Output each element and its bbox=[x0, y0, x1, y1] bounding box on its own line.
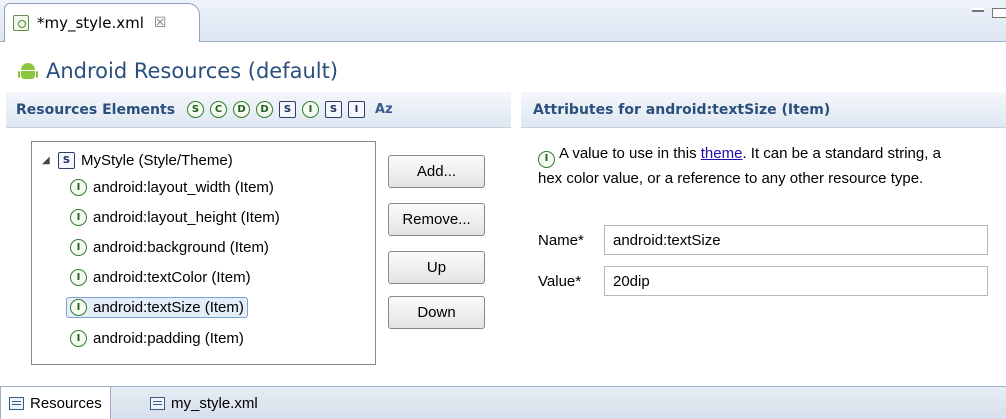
tree-item-label: android:textSize (Item) bbox=[93, 299, 244, 316]
style-icon: S bbox=[58, 152, 75, 169]
sort-alphabetical-icon[interactable]: Az bbox=[375, 102, 393, 117]
attribute-description: IA value to use in this theme. It can be… bbox=[538, 143, 958, 190]
tree-item-label: android:background (Item) bbox=[93, 239, 269, 256]
up-button[interactable]: Up bbox=[388, 251, 485, 284]
item-icon: I bbox=[70, 179, 87, 196]
name-field[interactable]: android:textSize bbox=[604, 225, 988, 255]
tab-resources-label: Resources bbox=[30, 394, 102, 412]
tree-root-label: MyStyle (Style/Theme) bbox=[81, 152, 233, 169]
attributes-header: Attributes for android:textSize (Item) bbox=[521, 92, 1006, 128]
tab-xml-source[interactable]: my_style.xml bbox=[142, 387, 266, 419]
item-icon: I bbox=[70, 239, 87, 256]
page-header: Android Resources (default) bbox=[18, 55, 338, 87]
item-icon: I bbox=[70, 209, 87, 226]
value-label: Value* bbox=[538, 273, 582, 290]
tree-item[interactable]: I android:layout_width (Item) bbox=[66, 175, 278, 200]
add-style-icon[interactable]: S bbox=[279, 101, 297, 118]
item-icon: I bbox=[70, 330, 87, 347]
tree-item[interactable]: I android:textColor (Item) bbox=[66, 265, 255, 290]
tree-root-row[interactable]: ◢ S MyStyle (Style/Theme) bbox=[42, 148, 233, 173]
editor-tab-my-style[interactable]: *my_style.xml ☒ bbox=[4, 3, 200, 42]
editor-tab-title: *my_style.xml bbox=[37, 14, 144, 32]
add-drawable-icon[interactable]: D bbox=[256, 101, 274, 118]
item-icon: I bbox=[70, 299, 87, 316]
remove-button[interactable]: Remove... bbox=[388, 203, 485, 236]
tree-item[interactable]: I android:padding (Item) bbox=[66, 326, 248, 351]
add-string-array-icon[interactable]: S bbox=[325, 101, 343, 118]
description-text-before: A value to use in this bbox=[559, 145, 701, 162]
add-integer-array-icon[interactable]: I bbox=[348, 101, 366, 118]
add-dimension-icon[interactable]: D bbox=[233, 101, 251, 118]
info-item-icon: I bbox=[538, 150, 555, 168]
tree-item-label: android:textColor (Item) bbox=[93, 269, 251, 286]
tree-item[interactable]: I android:layout_height (Item) bbox=[66, 205, 284, 230]
resources-elements-title: Resources Elements bbox=[16, 101, 176, 118]
theme-link[interactable]: theme bbox=[701, 145, 743, 162]
add-button[interactable]: Add... bbox=[388, 155, 485, 188]
tab-resources[interactable]: Resources bbox=[0, 387, 111, 419]
close-icon[interactable]: ☒ bbox=[154, 15, 167, 31]
tree-item-label: android:padding (Item) bbox=[93, 330, 244, 347]
minimize-icon[interactable] bbox=[972, 8, 984, 12]
table-icon bbox=[9, 396, 24, 410]
tree-item-label: android:layout_width (Item) bbox=[93, 179, 274, 196]
down-button[interactable]: Down bbox=[388, 296, 485, 329]
tree-item-selected[interactable]: I android:textSize (Item) bbox=[66, 295, 248, 320]
tab-xml-label: my_style.xml bbox=[171, 394, 258, 412]
tree-item-label: android:layout_height (Item) bbox=[93, 209, 280, 226]
xml-source-icon bbox=[150, 396, 165, 410]
add-item-icon[interactable]: I bbox=[302, 101, 320, 118]
item-icon: I bbox=[70, 269, 87, 286]
add-color-icon[interactable]: C bbox=[210, 101, 228, 118]
resources-elements-header: Resources Elements S C D D S I S I Az bbox=[6, 92, 511, 128]
attributes-title: Attributes for android:textSize (Item) bbox=[533, 101, 831, 118]
resources-tree[interactable]: ◢ S MyStyle (Style/Theme) I android:layo… bbox=[31, 141, 376, 365]
value-field[interactable]: 20dip bbox=[604, 266, 988, 296]
editor-tab-strip: *my_style.xml ☒ bbox=[0, 0, 1006, 42]
resources-toolbar: S C D D S I S I Az bbox=[187, 101, 393, 118]
page-title: Android Resources (default) bbox=[46, 59, 339, 83]
add-string-icon[interactable]: S bbox=[187, 101, 205, 118]
bottom-tab-bar: Resources my_style.xml bbox=[0, 386, 1006, 419]
android-icon bbox=[18, 61, 38, 81]
maximize-icon[interactable] bbox=[992, 8, 1006, 18]
xml-file-icon bbox=[13, 15, 29, 31]
name-label: Name* bbox=[538, 232, 584, 249]
expand-toggle-icon[interactable]: ◢ bbox=[42, 155, 52, 166]
tree-item[interactable]: I android:background (Item) bbox=[66, 235, 273, 260]
